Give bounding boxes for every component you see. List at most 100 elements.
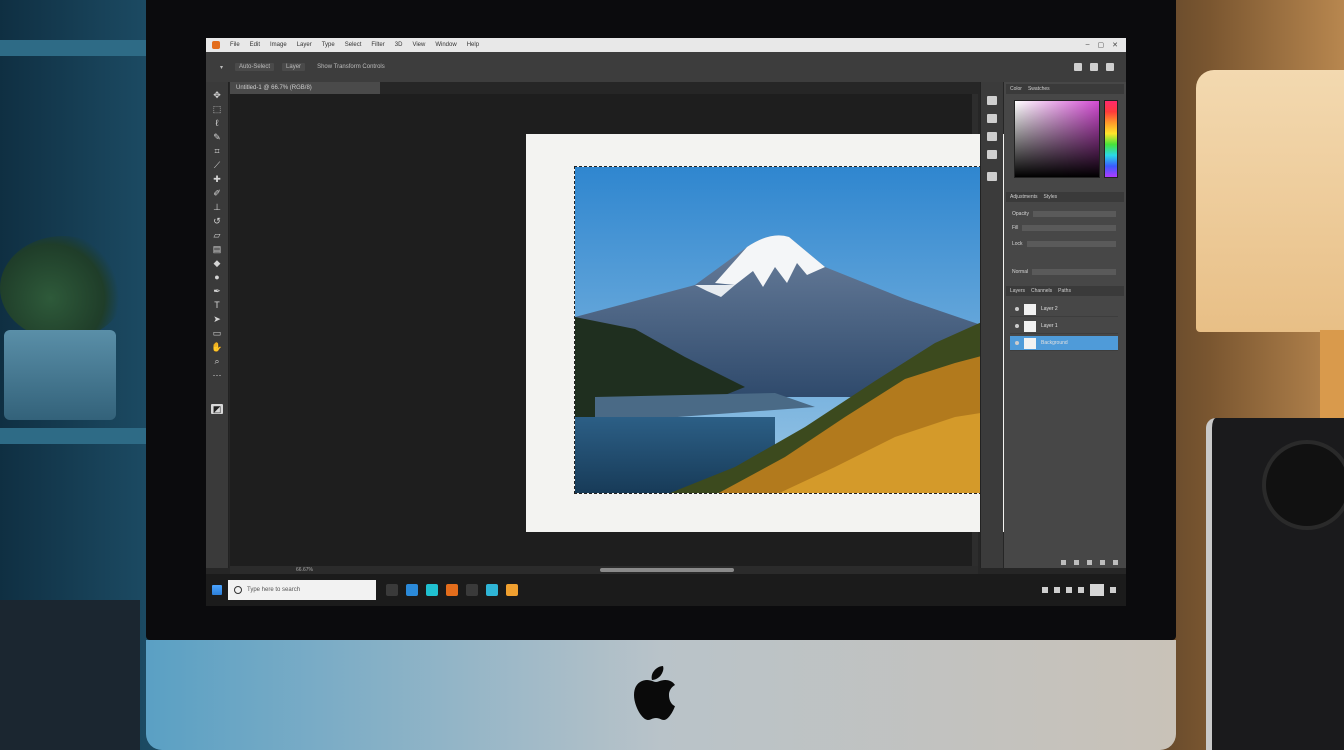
- property-field[interactable]: [1032, 210, 1116, 217]
- tab-styles[interactable]: Styles: [1044, 194, 1058, 200]
- delete-layer-icon[interactable]: [1113, 560, 1118, 565]
- link-layers-icon[interactable]: [1061, 560, 1066, 565]
- new-layer-icon[interactable]: [1100, 560, 1105, 565]
- layer-row[interactable]: Layer 2: [1010, 302, 1118, 317]
- layer-name: Background: [1041, 340, 1068, 346]
- workspace-icon[interactable]: [1074, 63, 1082, 71]
- blur-tool-icon[interactable]: ◆: [211, 258, 223, 268]
- document-canvas[interactable]: [526, 134, 1046, 532]
- tab-layers[interactable]: Layers: [1010, 288, 1025, 294]
- tab-adjustments[interactable]: Adjustments: [1010, 194, 1038, 200]
- dodge-tool-icon[interactable]: ●: [211, 272, 223, 282]
- horizontal-scrollbar[interactable]: [230, 566, 978, 574]
- auto-select-target-dropdown[interactable]: Layer: [282, 63, 306, 71]
- crop-tool-icon[interactable]: ⌗: [211, 146, 223, 156]
- marquee-tool-icon[interactable]: ⬚: [211, 104, 223, 114]
- tab-paths[interactable]: Paths: [1058, 288, 1071, 294]
- taskbar: Type here to search: [206, 574, 1126, 606]
- tray-arrow-icon[interactable]: [1042, 587, 1048, 593]
- menu-file[interactable]: File: [230, 42, 240, 48]
- hand-tool-icon[interactable]: ✋: [211, 342, 223, 352]
- volume-icon[interactable]: [1066, 587, 1072, 593]
- quick-select-tool-icon[interactable]: ✎: [211, 132, 223, 142]
- taskbar-app-icon[interactable]: [506, 584, 518, 596]
- notifications-icon[interactable]: [1110, 587, 1116, 593]
- history-panel-icon[interactable]: [987, 96, 997, 105]
- battery-icon[interactable]: [1078, 587, 1084, 593]
- visibility-eye-icon[interactable]: [1015, 307, 1019, 311]
- document-tab[interactable]: Untitled-1 @ 66.7% (RGB/8): [230, 82, 380, 94]
- property-field[interactable]: [1026, 240, 1116, 247]
- visibility-eye-icon[interactable]: [1015, 341, 1019, 345]
- lasso-tool-icon[interactable]: ℓ: [211, 118, 223, 128]
- brush-tool-icon[interactable]: ✐: [211, 188, 223, 198]
- zoom-status[interactable]: 66.67%: [296, 567, 313, 573]
- eraser-tool-icon[interactable]: ▱: [211, 230, 223, 240]
- history-brush-tool-icon[interactable]: ↺: [211, 216, 223, 226]
- auto-select-checkbox[interactable]: Auto-Select: [235, 63, 275, 71]
- share-icon[interactable]: [1106, 63, 1114, 71]
- menu-layer[interactable]: Layer: [297, 42, 312, 48]
- color-picker-field[interactable]: [1014, 100, 1100, 178]
- property-field[interactable]: [1022, 224, 1116, 231]
- move-tool-icon[interactable]: ✥: [211, 90, 223, 100]
- search-icon[interactable]: [1090, 63, 1098, 71]
- taskbar-app-icon[interactable]: [446, 584, 458, 596]
- zoom-tool-icon[interactable]: ⌕: [211, 356, 223, 366]
- close-button[interactable]: ✕: [1112, 41, 1118, 49]
- taskbar-app-icon[interactable]: [426, 584, 438, 596]
- healing-tool-icon[interactable]: ✚: [211, 174, 223, 184]
- menu-window[interactable]: Window: [435, 42, 456, 48]
- gradient-tool-icon[interactable]: ▤: [211, 244, 223, 254]
- monitor: File Edit Image Layer Type Select Filter…: [146, 0, 1176, 750]
- menu-type[interactable]: Type: [322, 42, 335, 48]
- property-label: Lock: [1012, 240, 1023, 247]
- properties-panel-icon[interactable]: [987, 114, 997, 123]
- menu-filter[interactable]: Filter: [371, 42, 384, 48]
- character-panel-icon[interactable]: [987, 132, 997, 141]
- eyedropper-tool-icon[interactable]: ⟋: [211, 160, 223, 170]
- tab-color[interactable]: Color: [1010, 86, 1022, 92]
- taskbar-search-box[interactable]: Type here to search: [228, 580, 376, 600]
- maximize-button[interactable]: ▢: [1098, 41, 1105, 49]
- menu-view[interactable]: View: [412, 42, 425, 48]
- menu-3d[interactable]: 3D: [395, 42, 403, 48]
- clone-stamp-tool-icon[interactable]: ⊥: [211, 202, 223, 212]
- mountain-photo[interactable]: [574, 166, 992, 494]
- apple-logo-icon: [634, 666, 675, 720]
- windows-start-icon[interactable]: [212, 585, 222, 595]
- menu-image[interactable]: Image: [270, 42, 287, 48]
- color-swatch-icon[interactable]: ◩: [211, 404, 223, 414]
- tab-channels[interactable]: Channels: [1031, 288, 1052, 294]
- network-icon[interactable]: [1054, 587, 1060, 593]
- pen-tool-icon[interactable]: ✒: [211, 286, 223, 296]
- shape-tool-icon[interactable]: ▭: [211, 328, 223, 338]
- layer-row[interactable]: Layer 1: [1010, 319, 1118, 334]
- brush-panel-icon[interactable]: [987, 172, 997, 181]
- add-style-icon[interactable]: [1074, 560, 1079, 565]
- layer-row-selected[interactable]: Background: [1010, 336, 1118, 351]
- visibility-eye-icon[interactable]: [1015, 324, 1019, 328]
- type-tool-icon[interactable]: T: [211, 300, 223, 310]
- add-mask-icon[interactable]: [1087, 560, 1092, 565]
- hue-slider[interactable]: [1104, 100, 1118, 178]
- property-field[interactable]: [1032, 268, 1116, 275]
- right-panels: Color Swatches Adjustments Styles Opacit…: [1004, 82, 1126, 568]
- menu-select[interactable]: Select: [345, 42, 362, 48]
- taskbar-app-icon[interactable]: [406, 584, 418, 596]
- tab-swatches[interactable]: Swatches: [1028, 86, 1050, 92]
- paragraph-panel-icon[interactable]: [987, 150, 997, 159]
- clock-icon[interactable]: [1090, 584, 1104, 596]
- more-tools-icon[interactable]: ⋯: [211, 370, 223, 380]
- taskbar-app-icon[interactable]: [486, 584, 498, 596]
- property-row: Fill: [1008, 222, 1122, 233]
- menu-help[interactable]: Help: [467, 42, 479, 48]
- show-transform-checkbox[interactable]: Show Transform Controls: [313, 63, 389, 71]
- horizontal-scroll-thumb[interactable]: [600, 568, 734, 572]
- taskbar-app-icon[interactable]: [466, 584, 478, 596]
- tool-preset-dropdown[interactable]: ▾: [216, 63, 227, 72]
- menu-edit[interactable]: Edit: [250, 42, 260, 48]
- minimize-button[interactable]: –: [1086, 41, 1090, 49]
- taskbar-app-icon[interactable]: [386, 584, 398, 596]
- path-select-tool-icon[interactable]: ➤: [211, 314, 223, 324]
